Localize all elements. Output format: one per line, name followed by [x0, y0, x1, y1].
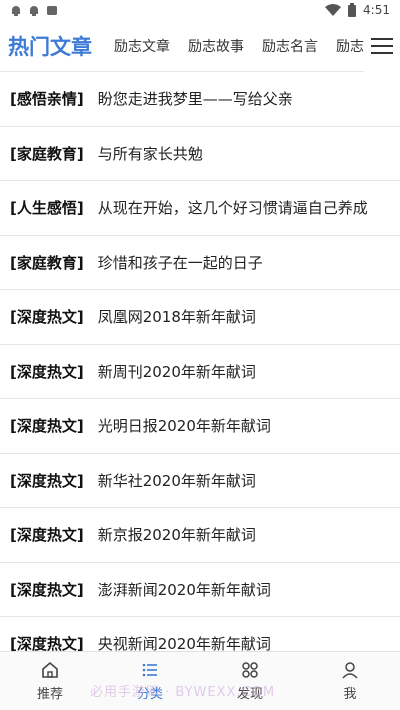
nav-discover[interactable]: 发现 — [210, 660, 290, 702]
article-title: 珍惜和孩子在一起的日子 — [97, 253, 263, 272]
app-notification-icon — [47, 6, 57, 15]
article-title: 与所有家长共勉 — [97, 144, 203, 163]
nav-recommend-label: 推荐 — [36, 687, 63, 702]
article-category: [深度热文] — [10, 580, 84, 599]
article-category: [人生感悟] — [10, 199, 84, 218]
grid-icon — [242, 662, 258, 678]
article-title: 凤凰网2018年新年献词 — [97, 308, 256, 327]
article-title: 光明日报2020年新年献词 — [97, 417, 271, 436]
article-list[interactable]: [感悟亲情] 盼您走进我梦里——写给父亲 [家庭教育] 与所有家长共勉 [人生感… — [0, 72, 400, 652]
category-tabbar: 热门文章 励志文章 励志故事 励志名言 励志 — [0, 19, 400, 72]
article-list-item[interactable]: [深度热文] 光明日报2020年新年献词 — [0, 399, 400, 454]
article-category: [感悟亲情] — [10, 90, 84, 109]
battery-icon — [348, 3, 357, 17]
article-list-item[interactable]: [感悟亲情] 盼您走进我梦里——写给父亲 — [0, 72, 400, 127]
nav-category[interactable]: 分类 — [110, 660, 190, 702]
nav-discover-label: 发现 — [236, 687, 263, 702]
article-list-item[interactable]: [深度热文] 澎湃新闻2020年新年献词 — [0, 563, 400, 617]
article-title: 央视新闻2020年新年献词 — [97, 635, 271, 652]
app-notification-icon — [30, 6, 38, 16]
tab-inspirational-articles[interactable]: 励志文章 — [114, 36, 170, 56]
nav-category-label: 分类 — [136, 687, 163, 702]
article-title: 盼您走进我梦里——写给父亲 — [97, 90, 293, 109]
article-title: 新京报2020年新年献词 — [97, 526, 256, 545]
tab-inspirational-quotes[interactable]: 励志名言 — [262, 36, 318, 56]
article-title: 澎湃新闻2020年新年献词 — [97, 580, 271, 599]
article-list-item[interactable]: [家庭教育] 珍惜和孩子在一起的日子 — [0, 236, 400, 290]
nav-me-label: 我 — [343, 687, 357, 702]
status-bar: 4:51 — [0, 0, 400, 20]
article-list-item[interactable]: [家庭教育] 与所有家长共勉 — [0, 127, 400, 181]
article-category: [家庭教育] — [10, 144, 84, 163]
article-category: [家庭教育] — [10, 253, 84, 272]
status-system: 4:51 — [325, 3, 390, 17]
nav-me[interactable]: 我 — [310, 660, 390, 702]
hamburger-menu-icon — [371, 37, 393, 54]
article-list-item[interactable]: [深度热文] 央视新闻2020年新年献词 — [0, 617, 400, 652]
wifi-icon — [325, 4, 342, 16]
article-category: [深度热文] — [10, 471, 84, 490]
nav-recommend[interactable]: 推荐 — [10, 660, 90, 702]
menu-button[interactable] — [364, 19, 400, 72]
article-list-item[interactable]: [深度热文] 新京报2020年新年献词 — [0, 508, 400, 563]
article-category: [深度热文] — [10, 308, 84, 327]
user-icon — [342, 662, 358, 679]
tab-scroll[interactable]: 热门文章 励志文章 励志故事 励志名言 励志 — [0, 20, 364, 71]
article-title: 新周刊2020年新年献词 — [97, 362, 256, 381]
article-category: [深度热文] — [10, 635, 84, 652]
status-notifications — [10, 4, 58, 16]
article-category: [深度热文] — [10, 417, 84, 436]
article-category: [深度热文] — [10, 526, 84, 545]
article-category: [深度热文] — [10, 362, 84, 381]
app-notification-icon — [12, 6, 20, 16]
list-icon — [142, 663, 157, 677]
tab-inspirational-more[interactable]: 励志 — [336, 36, 364, 56]
status-time: 4:51 — [363, 3, 390, 17]
article-list-item[interactable]: [人生感悟] 从现在开始，这几个好习惯请逼自己养成 — [0, 181, 400, 236]
article-list-item[interactable]: [深度热文] 凤凰网2018年新年献词 — [0, 290, 400, 345]
tab-hot-articles[interactable]: 热门文章 — [8, 31, 92, 61]
home-icon — [42, 661, 58, 678]
article-title: 新华社2020年新年献词 — [97, 471, 256, 490]
article-list-item[interactable]: [深度热文] 新华社2020年新年献词 — [0, 454, 400, 508]
tab-inspirational-stories[interactable]: 励志故事 — [188, 36, 244, 56]
article-title: 从现在开始，这几个好习惯请逼自己养成 — [97, 199, 368, 218]
article-list-item[interactable]: [深度热文] 新周刊2020年新年献词 — [0, 345, 400, 399]
bottom-navigation: 推荐 分类 发现 我 — [0, 651, 400, 710]
